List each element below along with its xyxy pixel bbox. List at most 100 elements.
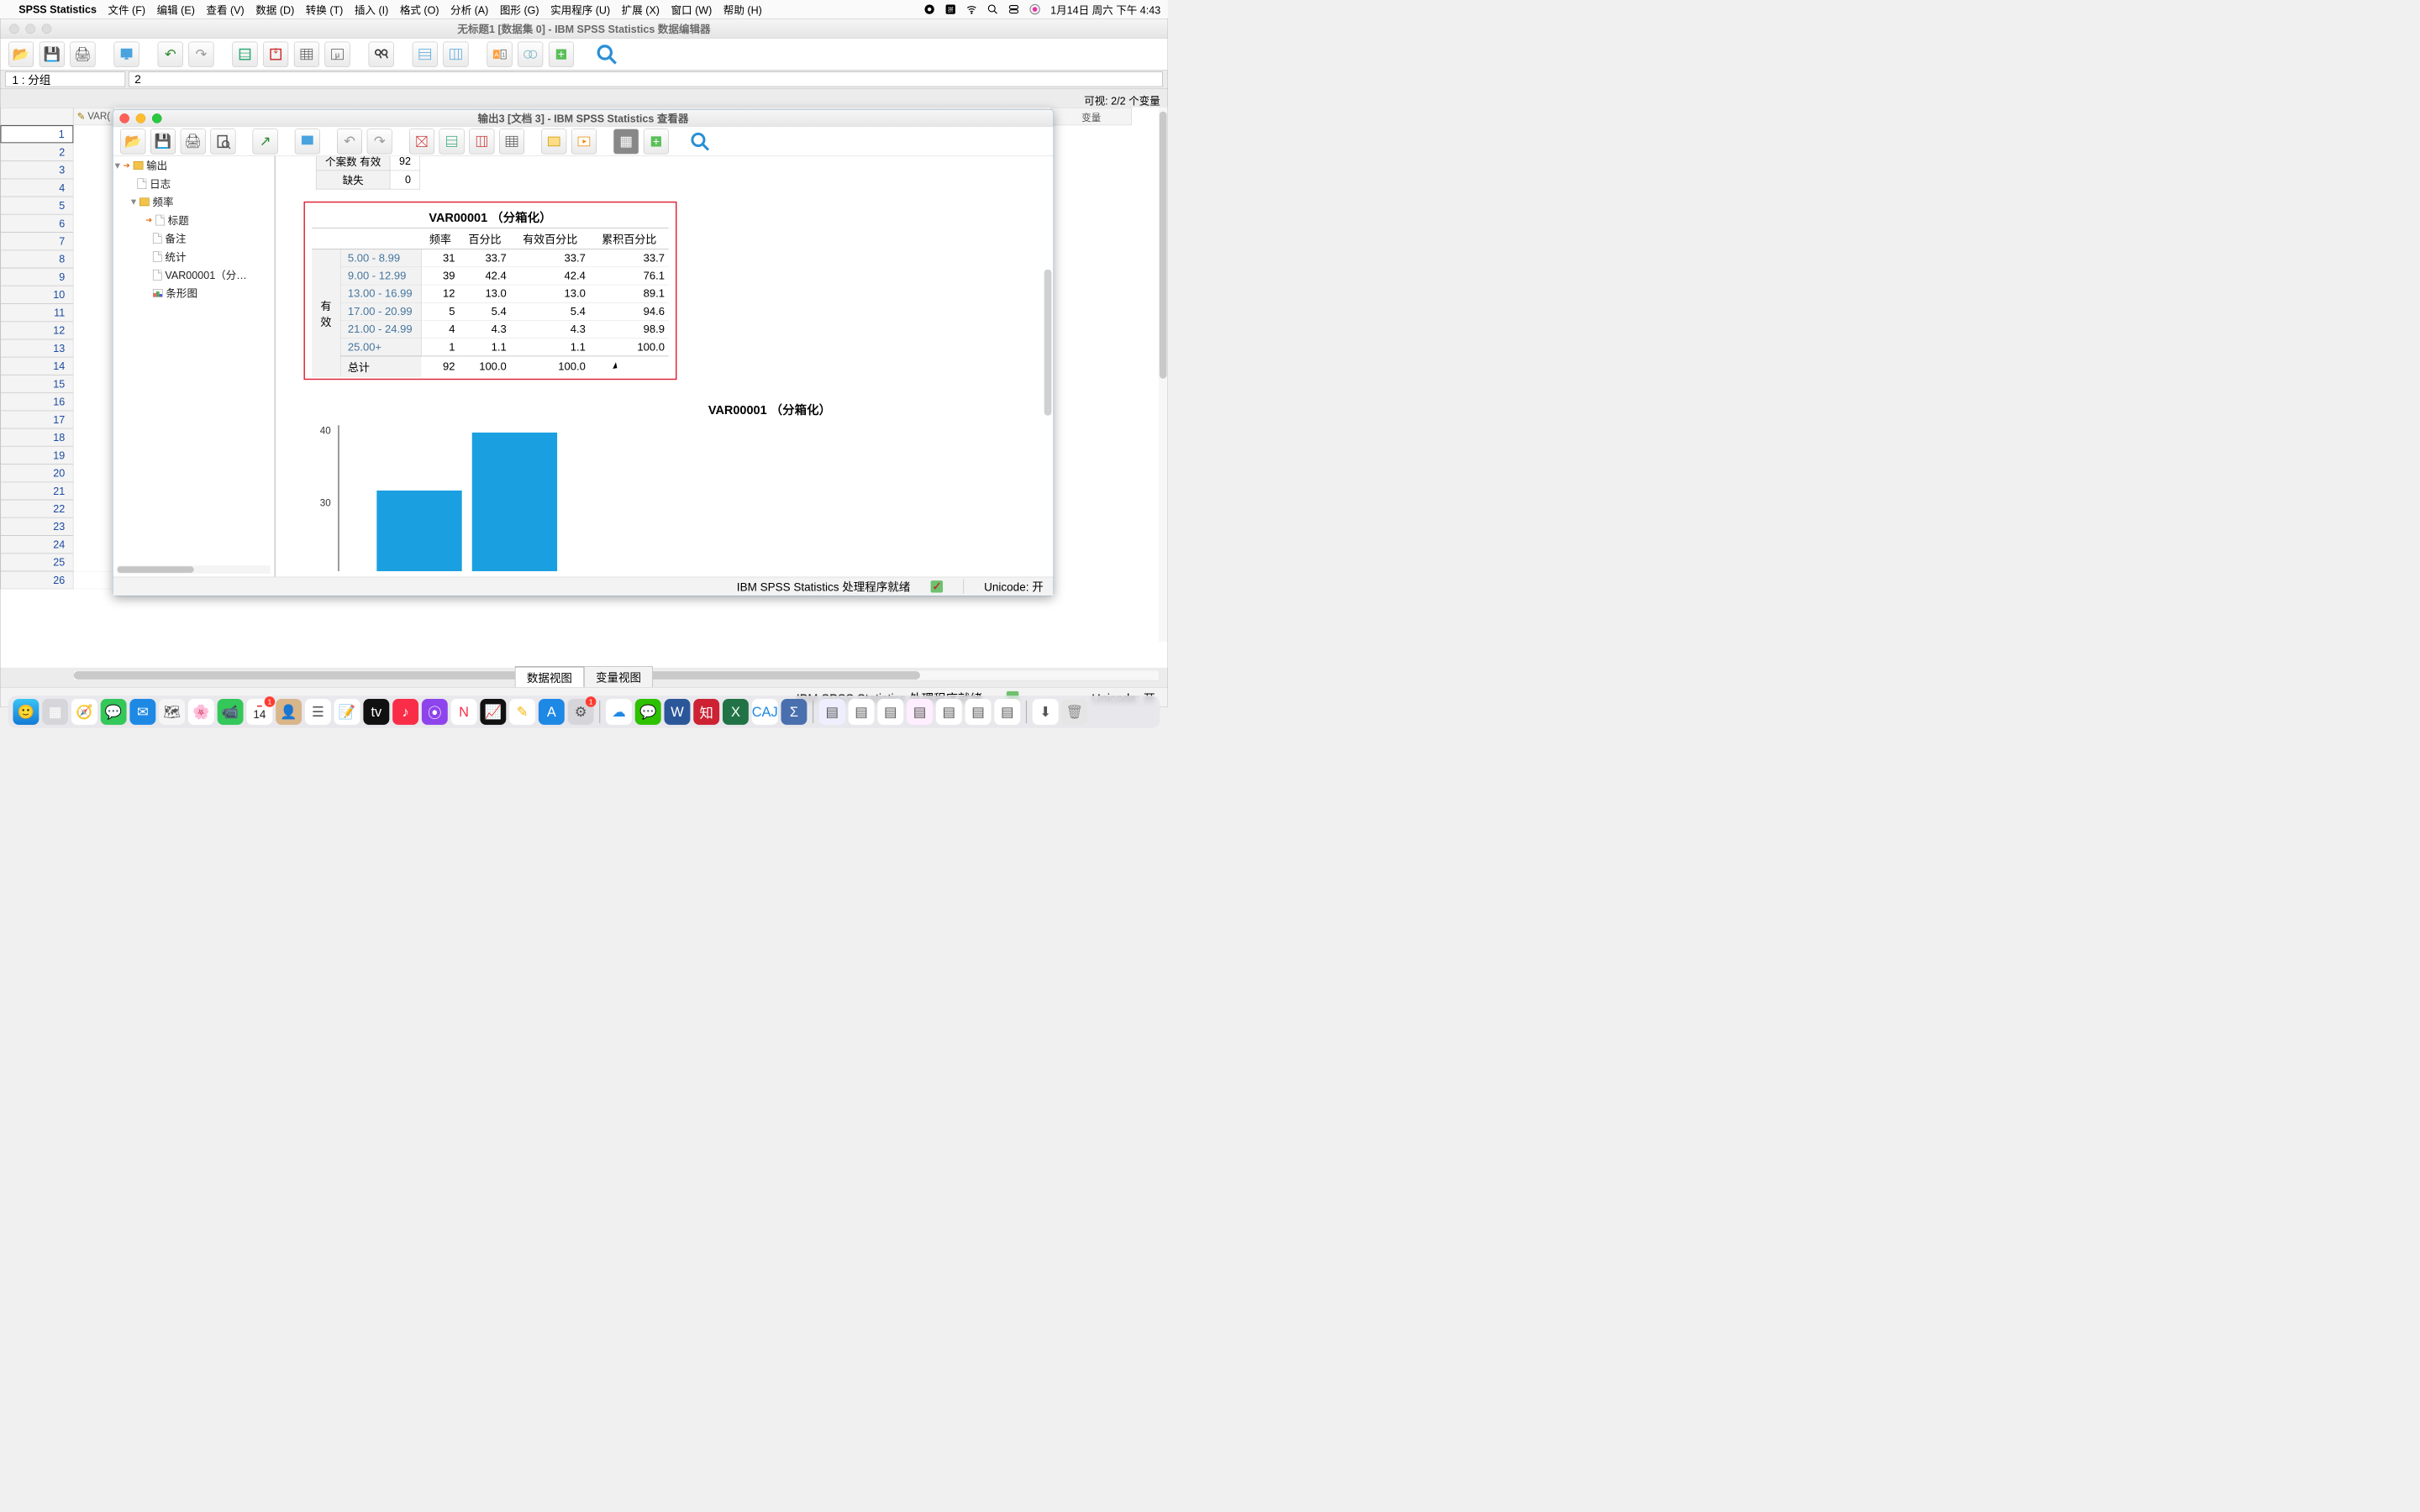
- row-header[interactable]: 3: [0, 161, 73, 179]
- dock-reminders-icon[interactable]: ☰: [305, 699, 331, 725]
- status-siri-icon[interactable]: [1029, 3, 1041, 15]
- dock-recent-2-icon[interactable]: ▤: [849, 699, 875, 725]
- v-toolbar-recall-icon[interactable]: [295, 129, 320, 154]
- row-header[interactable]: 22: [0, 500, 73, 517]
- row-header[interactable]: 11: [0, 303, 73, 321]
- row-header[interactable]: 9: [0, 268, 73, 286]
- dock-facetime-icon[interactable]: 📹: [218, 699, 244, 725]
- toolbar-redo-icon[interactable]: ↷: [188, 41, 213, 66]
- viewer-titlebar[interactable]: 输出3 [文档 3] - IBM SPSS Statistics 查看器: [113, 110, 1054, 127]
- dock-trash-icon[interactable]: 🗑: [1061, 699, 1087, 725]
- tree-item-barchart[interactable]: 条形图: [166, 286, 197, 301]
- toolbar-recall-dialog-icon[interactable]: [114, 41, 139, 66]
- toolbar-weight-cases-icon[interactable]: [518, 41, 543, 66]
- status-spotlight-icon[interactable]: [987, 3, 999, 15]
- v-toolbar-open-icon[interactable]: 📂: [120, 129, 145, 154]
- status-wifi-icon[interactable]: [966, 3, 978, 15]
- toolbar-variables-icon[interactable]: [294, 41, 319, 66]
- toolbar-zoom-icon[interactable]: [592, 41, 621, 67]
- tree-item-stats[interactable]: 统计: [165, 249, 186, 264]
- tree-item-frequency[interactable]: 频率: [152, 194, 173, 209]
- row-header[interactable]: 10: [0, 286, 73, 303]
- row-header[interactable]: 20: [0, 465, 73, 482]
- v-toolbar-zoom-icon[interactable]: [686, 129, 714, 155]
- app-name[interactable]: SPSS Statistics: [18, 3, 97, 16]
- row-header[interactable]: 26: [0, 571, 73, 589]
- bar-chart[interactable]: VAR00001 （分箱化） 40 30: [300, 400, 1054, 571]
- row-header[interactable]: 23: [0, 517, 73, 535]
- dock-caj-icon[interactable]: CAJ: [752, 699, 778, 725]
- tree-item-log[interactable]: 日志: [150, 176, 171, 191]
- row-header[interactable]: 12: [0, 322, 73, 339]
- dock-recent-5-icon[interactable]: ▤: [936, 699, 962, 725]
- dock-tv-icon[interactable]: tv: [363, 699, 389, 725]
- viewer-content-scrollbar[interactable]: [1044, 270, 1052, 416]
- dock-wechat-icon[interactable]: 💬: [635, 699, 661, 725]
- tree-item-var[interactable]: VAR00001（分…: [165, 267, 246, 282]
- menu-utilities[interactable]: 实用程序 (U): [550, 2, 610, 17]
- menu-data[interactable]: 数据 (D): [255, 2, 294, 17]
- tree-item-notes[interactable]: 备注: [165, 231, 186, 246]
- dock-appstore-icon[interactable]: A: [539, 699, 565, 725]
- dock-music-icon[interactable]: ♪: [392, 699, 418, 725]
- v-toolbar-goto-data-icon[interactable]: [409, 129, 434, 154]
- output-content[interactable]: 个案数 有效92 缺失0 VAR00001 （分箱化） 频率 百分比 有效百分比…: [276, 156, 1054, 577]
- dock-launchpad-icon[interactable]: ▦: [42, 699, 68, 725]
- toolbar-run-desc-icon[interactable]: μ: [325, 41, 350, 66]
- v-toolbar-print-icon[interactable]: 🖨: [181, 129, 206, 154]
- toolbar-find-icon[interactable]: [369, 41, 394, 66]
- row-header[interactable]: 19: [0, 446, 73, 464]
- row-header[interactable]: 5: [0, 197, 73, 214]
- dock-finder-icon[interactable]: 🙂: [13, 699, 39, 725]
- row-header[interactable]: 16: [0, 393, 73, 411]
- dock-news-icon[interactable]: N: [451, 699, 477, 725]
- v-toolbar-associate-icon[interactable]: +: [644, 129, 669, 154]
- dock-word-icon[interactable]: W: [664, 699, 690, 725]
- tree-root[interactable]: 输出: [146, 158, 167, 173]
- dock-messages-icon[interactable]: 💬: [101, 699, 127, 725]
- menu-window[interactable]: 窗口 (W): [671, 2, 713, 17]
- v-toolbar-undo-icon[interactable]: ↶: [337, 129, 362, 154]
- tab-variable-view[interactable]: 变量视图: [584, 666, 653, 688]
- output-outline-tree[interactable]: ▾➔输出 日志 ▾频率 ➔标题 备注 统计 VAR00001（分… 条形图: [113, 156, 276, 577]
- dock-notes-icon[interactable]: 📝: [334, 699, 360, 725]
- row-header[interactable]: 25: [0, 554, 73, 571]
- frequency-table-selected[interactable]: VAR00001 （分箱化） 频率 百分比 有效百分比 累积百分比 有效5.00…: [303, 202, 676, 380]
- dock-podcasts-icon[interactable]: ⦿: [422, 699, 448, 725]
- dock-settings-icon[interactable]: ⚙1: [568, 699, 594, 725]
- toolbar-insert-cases-icon[interactable]: [413, 41, 438, 66]
- vertical-scrollbar-data[interactable]: [1159, 108, 1168, 642]
- dock-recent-4-icon[interactable]: ▤: [907, 699, 933, 725]
- dock-photos-icon[interactable]: 🌸: [188, 699, 214, 725]
- dock-recent-3-icon[interactable]: ▤: [877, 699, 903, 725]
- dock-freeform-icon[interactable]: ✎: [509, 699, 535, 725]
- row-header[interactable]: 1: [0, 125, 73, 143]
- menu-extensions[interactable]: 扩展 (X): [622, 2, 660, 17]
- row-header[interactable]: 8: [0, 250, 73, 268]
- menu-insert[interactable]: 插入 (I): [355, 2, 388, 17]
- row-header[interactable]: 4: [0, 179, 73, 197]
- dock-safari-icon[interactable]: 🧭: [71, 699, 97, 725]
- v-toolbar-goto-case-icon[interactable]: [439, 129, 465, 154]
- v-toolbar-variables-icon[interactable]: [499, 129, 524, 154]
- row-header[interactable]: 15: [0, 375, 73, 392]
- row-header[interactable]: 18: [0, 428, 73, 446]
- menu-edit[interactable]: 编辑 (E): [157, 2, 195, 17]
- menu-help[interactable]: 帮助 (H): [723, 2, 762, 17]
- active-cell-value[interactable]: 2: [129, 71, 1163, 87]
- toolbar-save-icon[interactable]: 💾: [39, 41, 65, 66]
- row-header[interactable]: 24: [0, 536, 73, 554]
- dock-stocks-icon[interactable]: 📈: [480, 699, 506, 725]
- tab-data-view[interactable]: 数据视图: [515, 666, 584, 689]
- status-ime-icon[interactable]: 拼: [945, 3, 957, 15]
- row-header[interactable]: 2: [0, 143, 73, 160]
- column-header-empty[interactable]: 变量: [1050, 108, 1132, 125]
- v-toolbar-export-icon[interactable]: ↗: [253, 129, 278, 154]
- toolbar-print-icon[interactable]: 🖨: [70, 41, 95, 66]
- menu-view[interactable]: 查看 (V): [206, 2, 244, 17]
- row-header[interactable]: 17: [0, 411, 73, 428]
- v-toolbar-select-last-icon[interactable]: ▦: [613, 129, 639, 154]
- menu-graphs[interactable]: 图形 (G): [500, 2, 539, 17]
- row-header[interactable]: 6: [0, 214, 73, 232]
- v-toolbar-save-icon[interactable]: 💾: [150, 129, 176, 154]
